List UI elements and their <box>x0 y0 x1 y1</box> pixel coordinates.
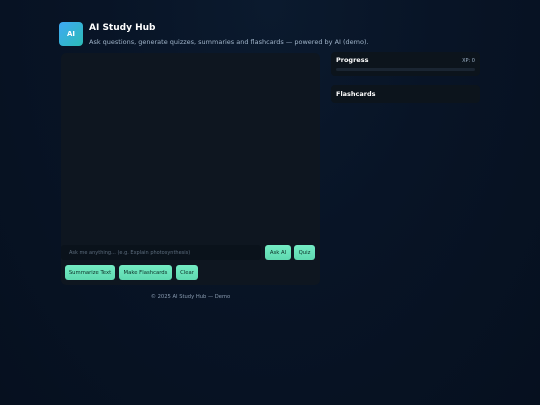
flashcards-title: Flashcards <box>336 90 376 98</box>
summarize-text-button[interactable]: Summarize Text <box>65 265 115 280</box>
page: AI AI Study Hub Ask questions, generate … <box>0 0 540 405</box>
app-logo: AI <box>59 22 83 46</box>
logo-text: AI <box>66 30 76 38</box>
chat-messages-area[interactable] <box>61 53 320 239</box>
progress-card: Progress XP: 0 <box>331 52 480 76</box>
app-subtitle: Ask questions, generate quizzes, summari… <box>89 37 369 46</box>
xp-counter: XP: 0 <box>462 58 475 64</box>
prompt-input[interactable] <box>61 245 261 260</box>
app-title: AI Study Hub <box>89 22 156 33</box>
footer: © 2025 AI Study Hub — Demo <box>150 294 231 300</box>
app-header: AI AI Study Hub Ask questions, generate … <box>59 22 369 46</box>
progress-title: Progress <box>336 56 369 64</box>
quiz-button[interactable]: Quiz <box>294 245 315 260</box>
make-flashcards-button[interactable]: Make Flashcards <box>119 265 172 280</box>
progress-bar <box>336 68 475 71</box>
header-text: AI Study Hub Ask questions, generate qui… <box>89 23 369 46</box>
clear-button[interactable]: Clear <box>176 265 198 280</box>
flashcards-card: Flashcards <box>331 85 480 103</box>
ask-ai-button[interactable]: Ask AI <box>265 245 291 260</box>
